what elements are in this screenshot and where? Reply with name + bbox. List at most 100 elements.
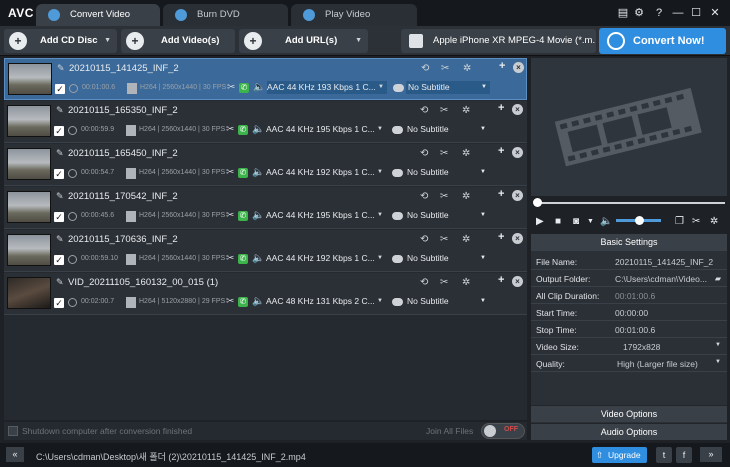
pencil-icon[interactable]: ✎: [56, 278, 65, 287]
video-thumbnail[interactable]: [8, 63, 52, 95]
scissors-icon[interactable]: ✂: [440, 191, 448, 202]
seek-handle[interactable]: [533, 198, 542, 207]
setting-output-folder[interactable]: Output Folder: C:\Users\cdman\Video... ▰: [531, 270, 727, 287]
add-icon[interactable]: +: [498, 102, 504, 114]
chevron-down-icon[interactable]: ▼: [377, 123, 383, 136]
video-thumbnail[interactable]: [7, 277, 51, 309]
upgrade-button[interactable]: ⇧ Upgrade: [592, 447, 647, 463]
audio-track-select[interactable]: AAC 44 KHz 192 Kbps 1 C...: [266, 252, 386, 265]
scissors-icon[interactable]: ✂: [440, 234, 448, 245]
shutdown-checkbox[interactable]: [8, 426, 18, 436]
add-icon[interactable]: +: [498, 145, 504, 157]
edit-icon[interactable]: ✂: [226, 167, 234, 178]
edit-icon[interactable]: ✂: [226, 210, 234, 221]
audio-track-select[interactable]: AAC 44 KHz 195 Kbps 1 C...: [266, 123, 386, 136]
remove-icon[interactable]: ×: [512, 233, 523, 244]
video-options-button[interactable]: Video Options: [531, 405, 727, 422]
maximize-icon[interactable]: ☐: [689, 6, 703, 20]
refresh-icon[interactable]: ⟲: [420, 277, 428, 288]
file-checkbox[interactable]: ✓: [54, 212, 64, 222]
double-chevron-right-icon[interactable]: »: [700, 447, 722, 462]
setting-value[interactable]: 20210115_141425_INF_2: [615, 257, 713, 267]
edit-icon[interactable]: ✂: [227, 82, 235, 93]
facebook-icon[interactable]: f: [676, 447, 692, 463]
phone-call-icon[interactable]: ✆: [238, 211, 248, 221]
edit-icon[interactable]: ✂: [226, 296, 234, 307]
news-icon[interactable]: ▤: [616, 6, 630, 20]
file-name[interactable]: 20210115_170636_INF_2: [68, 234, 178, 245]
add-icon[interactable]: +: [499, 60, 505, 72]
file-row[interactable]: ✎ 20210115_165350_INF_2 ✓ 00:00:59.9 H264 | …: [4, 101, 527, 143]
chevron-down-icon[interactable]: ▼: [377, 252, 383, 265]
scissors-icon[interactable]: ✂: [692, 216, 700, 227]
stop-icon[interactable]: ■: [555, 216, 561, 227]
file-row[interactable]: ✎ 20210115_165450_INF_2 ✓ 00:00:54.7 H264 | …: [4, 144, 527, 186]
subtitle-select[interactable]: No Subtitle ▼: [405, 295, 489, 308]
chevron-down-icon[interactable]: ▼: [104, 29, 111, 53]
chevron-down-icon[interactable]: ▼: [377, 295, 383, 308]
setting-value[interactable]: C:\Users\cdman\Video...: [615, 274, 713, 284]
phone-call-icon[interactable]: ✆: [238, 168, 248, 178]
subtitle-select[interactable]: No Subtitle ▼: [405, 123, 489, 136]
refresh-icon[interactable]: ⟲: [420, 234, 428, 245]
phone-call-icon[interactable]: ✆: [238, 254, 248, 264]
close-icon[interactable]: ✕: [708, 6, 722, 20]
setting-video-size[interactable]: Video Size: 1792x828 ▼: [531, 338, 727, 355]
pencil-icon[interactable]: ✎: [57, 64, 66, 73]
volume-handle[interactable]: [635, 216, 644, 225]
remove-icon[interactable]: ×: [512, 104, 523, 115]
effects-icon[interactable]: ✲: [710, 216, 718, 227]
add-icon[interactable]: +: [498, 231, 504, 243]
video-thumbnail[interactable]: [7, 148, 51, 180]
pencil-icon[interactable]: ✎: [56, 235, 65, 244]
volume-slider[interactable]: [616, 216, 661, 225]
audio-track-select[interactable]: AAC 44 KHz 193 Kbps 1 C...: [267, 81, 387, 94]
audio-track-select[interactable]: AAC 44 KHz 192 Kbps 1 C...: [266, 166, 386, 179]
chevron-down-icon[interactable]: ▼: [377, 209, 383, 222]
remove-icon[interactable]: ×: [512, 190, 523, 201]
pencil-icon[interactable]: ✎: [56, 149, 65, 158]
copy-icon[interactable]: ❐: [675, 216, 684, 227]
audio-options-button[interactable]: Audio Options: [531, 423, 727, 440]
video-thumbnail[interactable]: [7, 234, 51, 266]
refresh-icon[interactable]: ⟲: [420, 105, 428, 116]
file-name[interactable]: 20210115_165350_INF_2: [68, 105, 178, 116]
file-name[interactable]: 20210115_165450_INF_2: [68, 148, 178, 159]
scissors-icon[interactable]: ✂: [440, 277, 448, 288]
folder-icon[interactable]: ▰: [715, 274, 721, 283]
file-row[interactable]: ✎ VID_20211105_160132_00_015 (1) ✓ 00:02:00…: [4, 273, 527, 315]
phone-call-icon[interactable]: ✆: [238, 125, 248, 135]
output-profile-select[interactable]: Apple iPhone XR MPEG-4 Movie (*.m...: [401, 29, 596, 53]
setting-start-time[interactable]: Start Time: 00:00:00: [531, 304, 727, 321]
effects-icon[interactable]: ✲: [463, 63, 471, 74]
remove-icon[interactable]: ×: [512, 276, 523, 287]
scissors-icon[interactable]: ✂: [441, 63, 449, 74]
play-icon[interactable]: ▶: [536, 216, 544, 227]
effects-icon[interactable]: ✲: [462, 148, 470, 159]
chevron-down-icon[interactable]: ▼: [377, 166, 383, 179]
video-thumbnail[interactable]: [7, 191, 51, 223]
add-icon[interactable]: +: [498, 274, 504, 286]
tab-convert-video[interactable]: Convert Video: [36, 4, 160, 26]
add-videos-button[interactable]: + Add Video(s): [121, 29, 235, 53]
effects-icon[interactable]: ✲: [462, 105, 470, 116]
minimize-icon[interactable]: —: [671, 6, 685, 20]
file-checkbox[interactable]: ✓: [55, 84, 65, 94]
add-urls-button[interactable]: + Add URL(s) ▼: [239, 29, 368, 53]
tab-play-video[interactable]: Play Video: [291, 4, 417, 26]
setting-value[interactable]: 00:01:00.6: [615, 325, 713, 335]
chevron-down-icon[interactable]: ▼: [715, 359, 721, 365]
setting-value[interactable]: 00:00:00: [615, 308, 713, 318]
join-all-toggle[interactable]: OFF: [481, 423, 525, 439]
effects-icon[interactable]: ✲: [462, 277, 470, 288]
file-checkbox[interactable]: ✓: [54, 169, 64, 179]
volume-icon[interactable]: 🔈: [600, 216, 612, 227]
snapshot-icon[interactable]: ◙: [573, 216, 579, 227]
file-name[interactable]: 20210115_170542_INF_2: [68, 191, 178, 202]
setting-quality[interactable]: Quality: High (Larger file size) ▼: [531, 355, 727, 372]
refresh-icon[interactable]: ⟲: [420, 191, 428, 202]
file-row[interactable]: ✎ 20210115_170636_INF_2 ✓ 00:00:59.10 H264 |…: [4, 230, 527, 272]
seek-bar[interactable]: [533, 198, 725, 208]
chevron-down-icon[interactable]: ▼: [587, 218, 594, 225]
phone-call-icon[interactable]: ✆: [238, 297, 248, 307]
